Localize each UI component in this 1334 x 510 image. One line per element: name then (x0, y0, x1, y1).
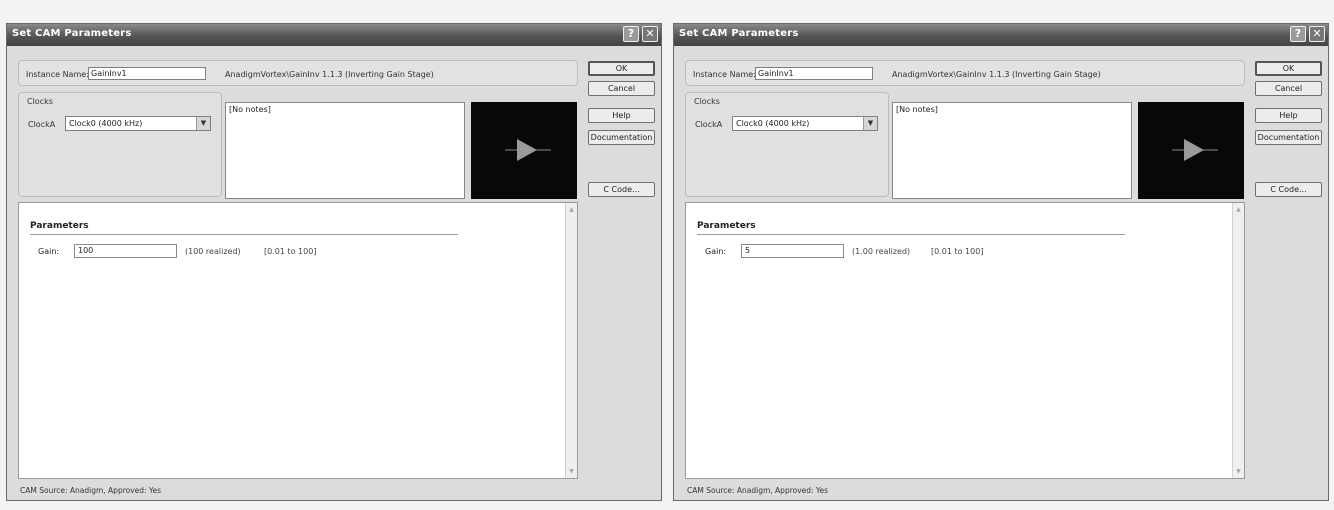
set-cam-parameters-dialog-left: Set CAM Parameters ? ✕ Instance Name: Ga… (6, 23, 662, 501)
cancel-button[interactable]: Cancel (1255, 81, 1322, 96)
clock-a-select[interactable]: Clock0 (4000 kHz) ▼ (732, 116, 878, 131)
scroll-up-icon[interactable]: ▲ (1233, 204, 1244, 215)
cancel-button[interactable]: Cancel (588, 81, 655, 96)
parameters-heading: Parameters (30, 221, 89, 231)
scroll-down-icon[interactable]: ▼ (566, 466, 577, 477)
clocks-group (18, 92, 222, 197)
notes-textarea[interactable]: [No notes] (225, 102, 465, 199)
ok-button[interactable]: OK (588, 61, 655, 76)
gain-realized-text: (100 realized) (185, 247, 241, 256)
chevron-down-icon[interactable]: ▼ (863, 117, 877, 130)
module-info-text: AnadigmVortex\GainInv 1.1.3 (Inverting G… (892, 70, 1101, 79)
clocks-group-title: Clocks (27, 97, 53, 106)
instance-name-input[interactable]: GainInv1 (88, 67, 206, 80)
status-text: CAM Source: Anadigm, Approved: Yes (20, 486, 162, 495)
chevron-down-icon[interactable]: ▼ (196, 117, 210, 130)
ok-button[interactable]: OK (1255, 61, 1322, 76)
triangle-amplifier-icon (1172, 139, 1218, 161)
gain-label: Gain: (38, 247, 60, 256)
notes-textarea[interactable]: [No notes] (892, 102, 1132, 199)
vertical-scrollbar[interactable]: ▲ ▼ (565, 203, 577, 478)
vertical-scrollbar[interactable]: ▲ ▼ (1232, 203, 1244, 478)
triangle-amplifier-icon (505, 139, 551, 161)
cam-preview (471, 102, 577, 199)
help-icon[interactable]: ? (623, 26, 639, 42)
close-icon[interactable]: ✕ (642, 26, 658, 42)
clocks-group (685, 92, 889, 197)
window-title: Set CAM Parameters (679, 28, 799, 39)
instance-name-label: Instance Name: (26, 70, 89, 79)
gain-range-text: [0.01 to 100] (931, 247, 984, 256)
module-info-text: AnadigmVortex\GainInv 1.1.3 (Inverting G… (225, 70, 434, 79)
title-bar[interactable]: Set CAM Parameters ? ✕ (674, 24, 1328, 46)
gain-range-text: [0.01 to 100] (264, 247, 317, 256)
clock-a-value: Clock0 (4000 kHz) (69, 119, 143, 128)
parameters-area: Parameters Gain: 5 (1.00 realized) [0.01… (685, 202, 1245, 479)
clocks-group-title: Clocks (694, 97, 720, 106)
divider (30, 234, 458, 235)
title-bar[interactable]: Set CAM Parameters ? ✕ (7, 24, 661, 46)
instance-name-input[interactable]: GainInv1 (755, 67, 873, 80)
scroll-up-icon[interactable]: ▲ (566, 204, 577, 215)
divider (697, 234, 1125, 235)
close-icon[interactable]: ✕ (1309, 26, 1325, 42)
parameters-heading: Parameters (697, 221, 756, 231)
clock-a-select[interactable]: Clock0 (4000 kHz) ▼ (65, 116, 211, 131)
gain-input[interactable]: 100 (74, 244, 177, 258)
instance-name-label: Instance Name: (693, 70, 756, 79)
gain-input[interactable]: 5 (741, 244, 844, 258)
c-code-button[interactable]: C Code... (1255, 182, 1322, 197)
documentation-button[interactable]: Documentation (588, 130, 655, 145)
gain-realized-text: (1.00 realized) (852, 247, 911, 256)
clock-a-value: Clock0 (4000 kHz) (736, 119, 810, 128)
cam-preview (1138, 102, 1244, 199)
help-button[interactable]: Help (1255, 108, 1322, 123)
c-code-button[interactable]: C Code... (588, 182, 655, 197)
clock-a-label: ClockA (695, 120, 723, 129)
parameters-area: Parameters Gain: 100 (100 realized) [0.0… (18, 202, 578, 479)
documentation-button[interactable]: Documentation (1255, 130, 1322, 145)
set-cam-parameters-dialog-right: Set CAM Parameters ? ✕ Instance Name: Ga… (673, 23, 1329, 501)
gain-label: Gain: (705, 247, 727, 256)
window-title: Set CAM Parameters (12, 28, 132, 39)
help-icon[interactable]: ? (1290, 26, 1306, 42)
scroll-down-icon[interactable]: ▼ (1233, 466, 1244, 477)
help-button[interactable]: Help (588, 108, 655, 123)
status-text: CAM Source: Anadigm, Approved: Yes (687, 486, 829, 495)
clock-a-label: ClockA (28, 120, 56, 129)
